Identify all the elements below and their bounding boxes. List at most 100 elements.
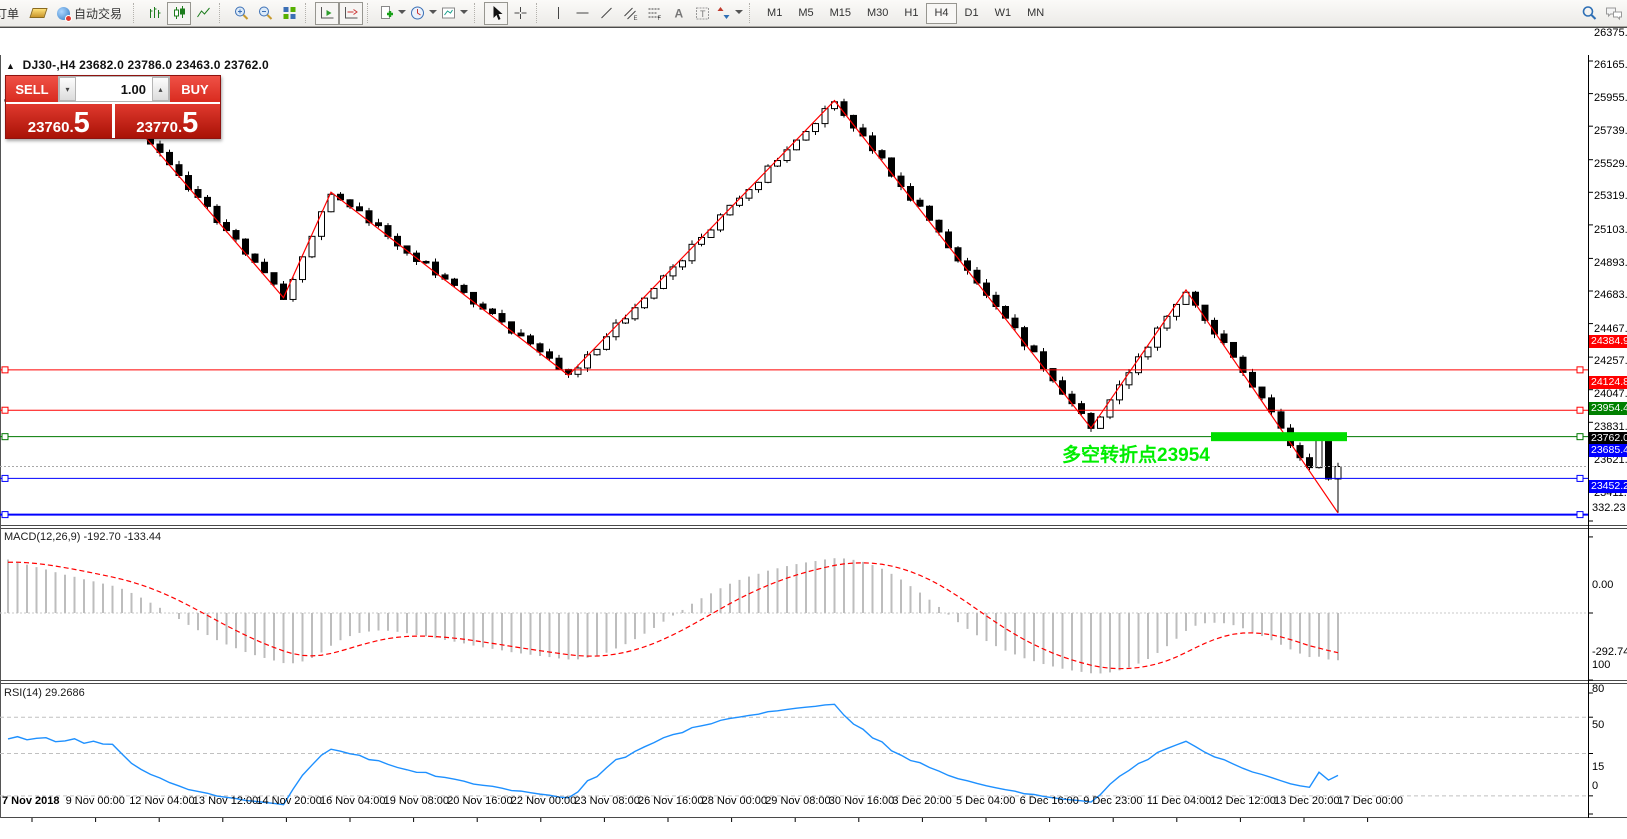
candle-body — [433, 262, 439, 275]
date-axis-label: 6 Dec 16:00 — [1020, 795, 1079, 807]
indicators-button[interactable] — [377, 2, 408, 25]
line-handle[interactable] — [1577, 512, 1583, 518]
line-handle[interactable] — [2, 367, 8, 373]
gold-bar-button[interactable] — [26, 2, 50, 25]
new-order-button[interactable]: 订单 — [0, 2, 26, 25]
volume-up-button[interactable]: ▴ — [152, 77, 169, 101]
collapse-arrow-icon[interactable]: ▲ — [6, 61, 15, 71]
price-badge: 23954.4 — [1589, 402, 1627, 415]
date-axis-label: 5 Dec 04:00 — [956, 795, 1015, 807]
line-chart-icon — [195, 5, 212, 21]
cursor-arrow-icon — [488, 5, 505, 21]
price-tick-label: 25319.0 — [1594, 190, 1627, 202]
sell-price-button[interactable]: 23760.5 — [6, 104, 112, 138]
candle-body — [746, 190, 752, 199]
channel-tool-button[interactable]: E — [618, 2, 642, 25]
timeframe-button-h4[interactable]: H4 — [926, 3, 956, 24]
line-handle[interactable] — [2, 434, 8, 440]
macd-axis-label: -292.74 — [1592, 646, 1627, 658]
zoom-out-button[interactable] — [253, 2, 277, 25]
dropdown-arrow-icon[interactable] — [395, 6, 407, 20]
date-axis-label: 19 Nov 08:00 — [384, 795, 449, 807]
toolbar-separator — [219, 3, 226, 23]
candle-body — [1297, 446, 1303, 458]
toolbar-separator — [474, 3, 481, 23]
periods-button[interactable] — [408, 2, 439, 25]
auto-scroll-button[interactable] — [315, 2, 339, 25]
arrows-tool-button[interactable] — [714, 2, 745, 25]
dropdown-arrow-icon[interactable] — [732, 6, 744, 20]
timeframe-button-h1[interactable]: H1 — [896, 3, 926, 24]
candle-body — [870, 136, 876, 151]
candle-body — [1126, 373, 1132, 385]
timeframe-button-m15[interactable]: M15 — [822, 3, 859, 24]
chat-button[interactable] — [1601, 2, 1625, 25]
timeframe-button-d1[interactable]: D1 — [957, 3, 987, 24]
rsi-line — [8, 704, 1338, 804]
candle-body — [632, 308, 638, 319]
chat-bubbles-icon — [1604, 5, 1623, 21]
line-handle[interactable] — [2, 475, 8, 481]
line-handle[interactable] — [1577, 434, 1583, 440]
trendline-tool-button[interactable] — [594, 2, 618, 25]
price-badge: 23685.4 — [1589, 444, 1627, 457]
line-handle[interactable] — [1577, 475, 1583, 481]
candlestick-chart-button[interactable] — [167, 2, 191, 25]
date-axis-label: 3 Dec 20:00 — [892, 795, 951, 807]
date-axis-label: 12 Dec 12:00 — [1210, 795, 1275, 807]
tile-windows-button[interactable] — [277, 2, 301, 25]
candle-body — [1240, 357, 1246, 372]
date-axis-label: 26 Nov 16:00 — [638, 795, 703, 807]
timeframe-button-mn[interactable]: MN — [1019, 3, 1052, 24]
buy-price-pips: 5 — [182, 111, 198, 135]
timeframe-button-m5[interactable]: M5 — [790, 3, 821, 24]
pivot-highlight-bar[interactable] — [1211, 432, 1347, 441]
zoom-in-button[interactable] — [229, 2, 253, 25]
line-handle[interactable] — [1577, 407, 1583, 413]
price-badge: 23452.2 — [1589, 480, 1627, 493]
chart-shift-button[interactable] — [339, 2, 363, 25]
volume-input[interactable] — [76, 77, 152, 101]
candle-body — [471, 292, 477, 304]
candle-body — [1183, 292, 1189, 304]
cursor-button[interactable] — [484, 2, 508, 25]
vertical-line-tool-button[interactable] — [546, 2, 570, 25]
fibonacci-tool-button[interactable]: F — [642, 2, 666, 25]
candle-body — [319, 212, 325, 237]
bar-chart-button[interactable] — [143, 2, 167, 25]
horizontal-line-tool-button[interactable] — [570, 2, 594, 25]
search-button[interactable] — [1577, 2, 1601, 25]
line-handle[interactable] — [2, 512, 8, 518]
volume-down-button[interactable]: ▾ — [59, 77, 76, 101]
candle-body — [898, 176, 904, 186]
candle-body — [376, 223, 382, 226]
chart-shift-icon — [343, 5, 360, 21]
candle-body — [290, 280, 296, 300]
line-handle[interactable] — [1577, 367, 1583, 373]
templates-button[interactable] — [439, 2, 470, 25]
autotrading-button[interactable]: 自动交易 — [50, 2, 129, 25]
pivot-annotation-text[interactable]: 多空转折点23954 — [1062, 440, 1210, 467]
timeframe-button-w1[interactable]: W1 — [987, 3, 1020, 24]
line-chart-button[interactable] — [191, 2, 215, 25]
dropdown-arrow-icon[interactable] — [457, 6, 469, 20]
timeframe-button-m30[interactable]: M30 — [859, 3, 896, 24]
chart-window[interactable]: ▲ DJ30-,H4 23682.0 23786.0 23463.0 23762… — [0, 27, 1627, 811]
buy-button[interactable]: BUY — [170, 76, 220, 102]
text-label-tool-button[interactable]: T — [690, 2, 714, 25]
crosshair-button[interactable] — [508, 2, 532, 25]
candle-body — [366, 211, 372, 223]
candle-body — [1088, 413, 1094, 428]
timeframe-button-m1[interactable]: M1 — [759, 3, 790, 24]
buy-price-button[interactable]: 23770.5 — [115, 104, 221, 138]
candle-body — [385, 226, 391, 237]
dropdown-arrow-icon[interactable] — [426, 6, 438, 20]
candle-body — [176, 165, 182, 176]
candle-body — [1107, 400, 1113, 417]
text-tool-button[interactable]: A — [666, 2, 690, 25]
one-click-trading-panel: SELL ▾ ▴ BUY 23760.5 23770.5 — [5, 75, 221, 139]
trendline-icon — [598, 5, 615, 21]
line-handle[interactable] — [2, 407, 8, 413]
candle-body — [803, 132, 809, 141]
sell-button[interactable]: SELL — [6, 76, 58, 102]
